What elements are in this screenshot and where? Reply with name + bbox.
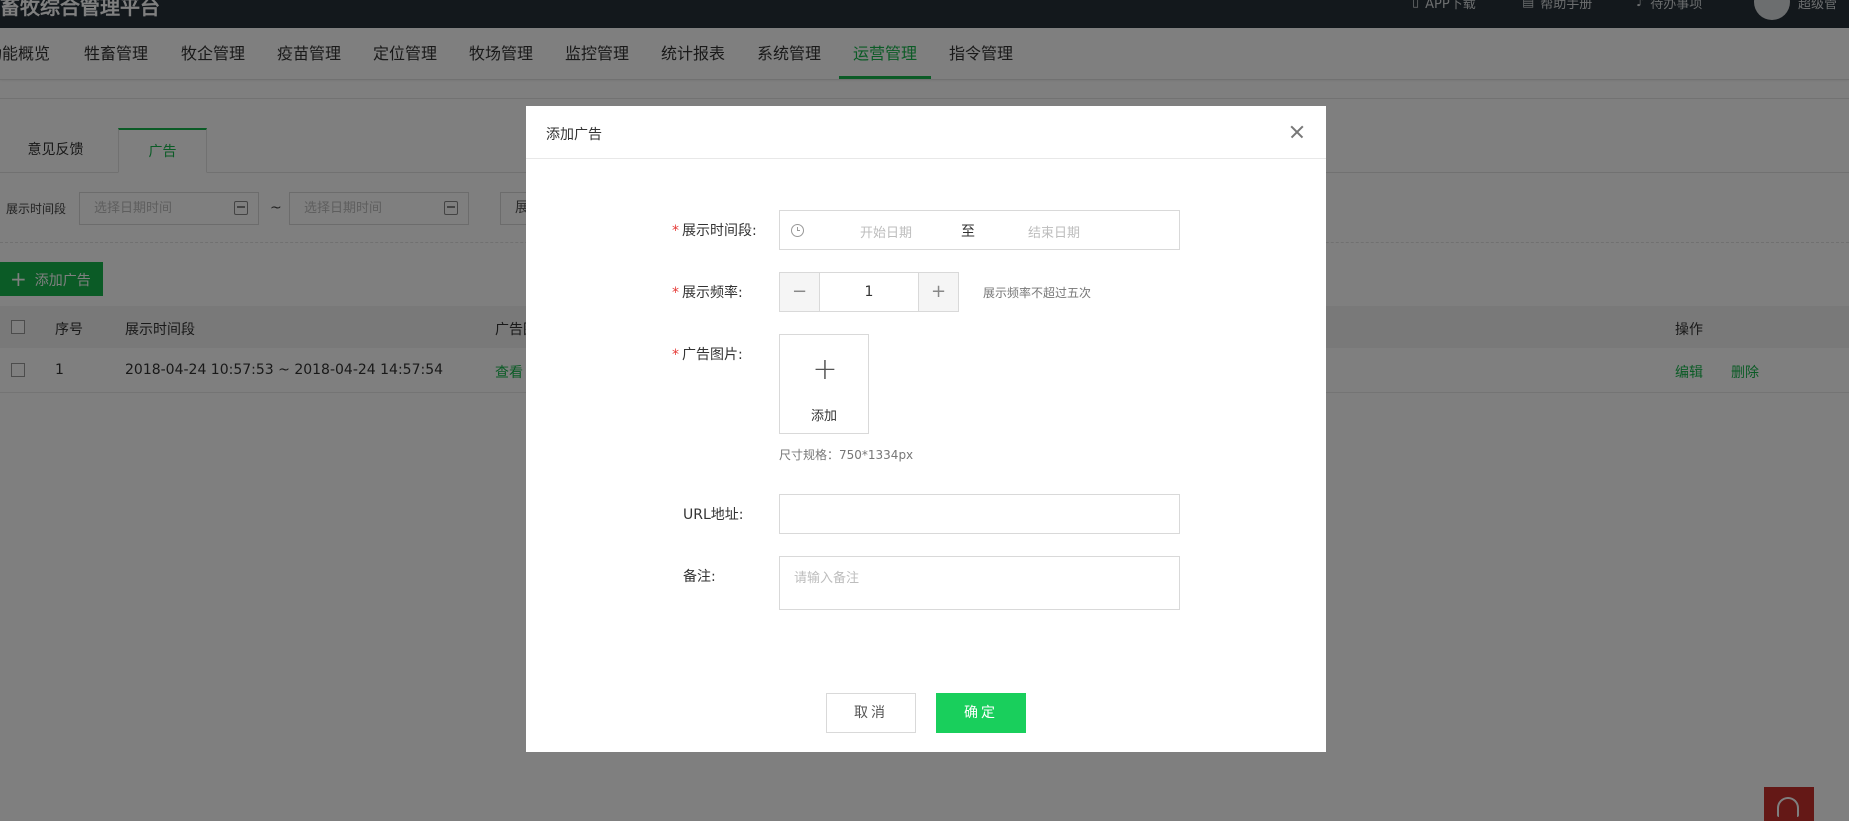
dialog-title: 添加广告 bbox=[546, 127, 602, 143]
dialog-header: 添加广告 bbox=[526, 106, 1326, 159]
period-label: * 展示时间段: bbox=[672, 220, 792, 240]
increment-button[interactable]: + bbox=[918, 273, 958, 311]
plus-icon: + bbox=[812, 352, 838, 387]
clock-icon bbox=[791, 224, 804, 237]
upload-label: 添加 bbox=[810, 409, 837, 424]
cancel-button[interactable]: 取消 bbox=[826, 693, 916, 733]
size-hint: 尺寸规格：750*1334px bbox=[779, 448, 914, 462]
range-end-placeholder[interactable]: 结束日期 bbox=[994, 222, 1114, 241]
frequency-value-input[interactable]: 1 bbox=[820, 273, 918, 311]
confirm-button[interactable]: 确定 bbox=[936, 693, 1026, 733]
frequency-label-text: 展示频率: bbox=[682, 285, 743, 301]
required-mark: * bbox=[672, 347, 679, 363]
required-mark: * bbox=[672, 223, 679, 239]
period-range-picker[interactable]: 开始日期 至 结束日期 bbox=[779, 210, 1180, 250]
close-icon[interactable] bbox=[1285, 120, 1309, 144]
decrement-button[interactable]: − bbox=[780, 273, 820, 311]
image-label: * 广告图片: bbox=[672, 344, 792, 364]
period-label-text: 展示时间段: bbox=[682, 223, 757, 239]
image-label-text: 广告图片: bbox=[682, 347, 743, 363]
range-start-placeholder[interactable]: 开始日期 bbox=[826, 222, 946, 241]
frequency-stepper: − 1 + bbox=[779, 272, 959, 312]
note-placeholder: 请输入备注 bbox=[794, 571, 860, 586]
note-textarea[interactable]: 请输入备注 bbox=[779, 556, 1180, 610]
add-ad-dialog: 添加广告 * 展示时间段: 开始日期 至 结束日期 * 展示频率: − 1 + 展示… bbox=[526, 106, 1326, 752]
required-mark: * bbox=[672, 285, 679, 301]
frequency-hint: 展示频率不超过五次 bbox=[983, 286, 1092, 300]
frequency-label: * 展示频率: bbox=[672, 282, 792, 302]
url-input[interactable] bbox=[779, 494, 1180, 534]
image-upload-button[interactable]: + 添加 bbox=[779, 334, 869, 434]
range-separator: 至 bbox=[961, 224, 975, 240]
